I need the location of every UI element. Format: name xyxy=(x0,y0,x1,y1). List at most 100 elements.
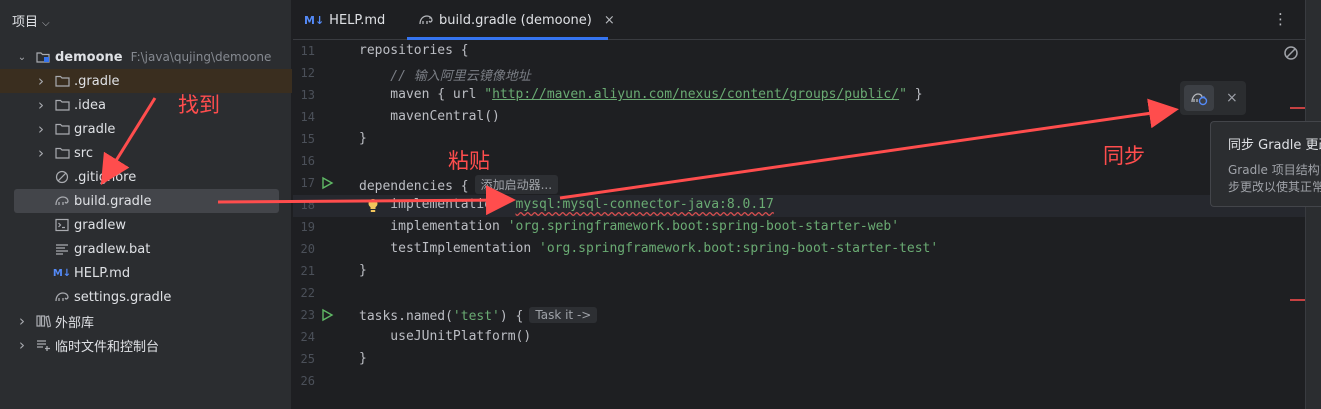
close-icon[interactable]: × xyxy=(604,13,615,28)
code-line[interactable]: 26 xyxy=(293,371,1305,393)
code-text: useJUnitPlatform() xyxy=(359,329,532,344)
code-line[interactable]: 21} xyxy=(293,261,1305,283)
run-gutter-icon[interactable] xyxy=(320,176,334,190)
tree-item-label: .idea xyxy=(74,97,106,113)
line-number: 14 xyxy=(300,110,315,124)
active-tab-indicator xyxy=(407,37,608,40)
tab-label: HELP.md xyxy=(329,12,386,28)
chevron-right-icon[interactable]: › xyxy=(34,96,48,114)
tree-root-demoone[interactable]: ⌄ demoone F:\java\qujing\demoone xyxy=(0,45,292,69)
chevron-down-icon: ⌵ xyxy=(42,18,50,29)
tree-item[interactable]: › .gradle xyxy=(0,69,292,93)
gradle-sync-icon xyxy=(1191,93,1208,106)
tree-item[interactable]: › gradle xyxy=(0,117,292,141)
tree-item[interactable]: M↓ HELP.md xyxy=(0,261,292,285)
run-gutter-icon[interactable] xyxy=(320,308,334,322)
line-number: 23 xyxy=(300,308,315,322)
tree-item[interactable]: .gitignore xyxy=(0,165,292,189)
folder-icon xyxy=(54,97,70,113)
tree-item-label: .gradle xyxy=(74,73,120,89)
code-text: testImplementation 'org.springframework.… xyxy=(359,241,939,256)
code-line[interactable]: 22 xyxy=(293,283,1305,305)
chevron-right-icon[interactable]: › xyxy=(34,144,48,162)
module-folder-icon xyxy=(35,49,51,65)
tree-item-label: src xyxy=(74,145,93,161)
line-number: 24 xyxy=(300,330,315,344)
chevron-right-icon[interactable]: › xyxy=(34,72,48,90)
tree-item[interactable]: settings.gradle xyxy=(0,285,292,309)
tooltip-body-line-2: 步更改以使其正常 xyxy=(1228,180,1321,194)
tab-label: build.gradle (demoone) xyxy=(439,12,592,28)
code-text: mavenCentral() xyxy=(359,109,500,124)
code-line[interactable]: 14 mavenCentral() xyxy=(293,107,1305,129)
code-line[interactable]: 24 useJUnitPlatform() xyxy=(293,327,1305,349)
folder-icon xyxy=(54,145,70,161)
code-text: // 输入阿里云镜像地址 xyxy=(359,69,531,84)
no-entry-icon[interactable] xyxy=(1283,45,1299,61)
line-number: 19 xyxy=(300,220,315,234)
tree-item[interactable]: › 临时文件和控制台 xyxy=(0,333,292,357)
chevron-right-icon[interactable]: › xyxy=(15,336,29,354)
tree-item[interactable]: › src xyxy=(0,141,292,165)
project-panel-title: 项目 xyxy=(12,15,39,30)
annotation-sync: 同步 xyxy=(1103,144,1145,168)
tooltip-body-line-1: Gradle 项目结构已 xyxy=(1228,163,1321,177)
tab-build-gradle[interactable]: build.gradle (demoone) × xyxy=(418,0,615,40)
code-line[interactable]: 16 xyxy=(293,151,1305,173)
code-line[interactable]: 13 maven { url "http://maven.aliyun.com/… xyxy=(293,85,1305,107)
code-text: maven { url "http://maven.aliyun.com/nex… xyxy=(359,87,923,102)
line-number: 20 xyxy=(300,242,315,256)
close-icon[interactable]: × xyxy=(1226,90,1238,106)
code-line[interactable]: 25} xyxy=(293,349,1305,371)
tooltip-title: 同步 Gradle 更改 xyxy=(1228,138,1321,153)
code-line[interactable]: 15} xyxy=(293,129,1305,151)
markdown-icon: M↓ xyxy=(304,13,325,27)
markdown-icon: M↓ xyxy=(52,267,72,279)
code-text: } xyxy=(359,351,367,366)
more-vertical-icon[interactable]: ⋮ xyxy=(1273,10,1288,28)
code-line[interactable]: 12 // 输入阿里云镜像地址 xyxy=(293,63,1305,85)
code-editor[interactable]: 11 repositories {12 // 输入阿里云镜像地址 13 maven … xyxy=(293,41,1305,409)
inlay-hint[interactable]: Task it -> xyxy=(529,307,598,323)
tree-item[interactable]: › 外部库 xyxy=(0,309,292,333)
chevron-right-icon[interactable]: › xyxy=(34,120,48,138)
scratch-icon xyxy=(35,337,51,353)
tab-help-md[interactable]: M↓ HELP.md xyxy=(304,0,385,40)
code-line[interactable]: 17 dependencies {添加启动器... xyxy=(293,173,1305,195)
chevron-right-icon[interactable]: › xyxy=(15,312,29,330)
code-text: dependencies {添加启动器... xyxy=(359,175,559,194)
code-line[interactable]: 23 tasks.named('test') {Task it -> xyxy=(293,305,1305,327)
line-number: 11 xyxy=(300,44,315,58)
annotation-paste: 粘贴 xyxy=(448,149,490,173)
chevron-down-icon[interactable]: ⌄ xyxy=(15,52,29,63)
line-number: 22 xyxy=(300,286,315,300)
folder-icon xyxy=(54,73,70,89)
tree-item-label: 临时文件和控制台 xyxy=(55,339,160,355)
tree-item[interactable]: gradlew xyxy=(0,213,292,237)
code-text: } xyxy=(359,131,367,146)
code-line[interactable]: 19 implementation 'org.springframework.b… xyxy=(293,217,1305,239)
tree-item[interactable]: › .idea xyxy=(0,93,292,117)
batch-file-icon xyxy=(54,241,70,257)
tree-item-label: .gitignore xyxy=(74,169,137,185)
line-number: 15 xyxy=(300,132,315,146)
gradle-sync-button[interactable] xyxy=(1184,85,1214,111)
line-number: 12 xyxy=(300,66,315,80)
tree-item[interactable]: build.gradle xyxy=(14,189,279,213)
line-number: 25 xyxy=(300,352,315,366)
tree-item-label: gradlew xyxy=(74,217,127,233)
code-line[interactable]: 18 implementation 'mysql:mysql-connector… xyxy=(293,195,1305,217)
root-name: demoone xyxy=(55,49,123,65)
tree-item[interactable]: gradlew.bat xyxy=(0,237,292,261)
gradle-elephant-icon xyxy=(418,13,434,27)
line-number: 17 xyxy=(300,176,315,190)
code-line[interactable]: 20 testImplementation 'org.springframewo… xyxy=(293,239,1305,261)
code-line[interactable]: 11 repositories { xyxy=(293,41,1305,63)
project-view-selector[interactable]: 项目 ⌵ xyxy=(12,11,50,30)
line-number: 13 xyxy=(300,88,315,102)
tree-item-label: gradle xyxy=(74,121,116,137)
inlay-hint[interactable]: 添加启动器... xyxy=(474,175,559,194)
root-path: F:\java\qujing\demoone xyxy=(130,50,272,64)
tree-item-label: settings.gradle xyxy=(74,289,172,305)
annotation-find: 找到 xyxy=(178,93,220,117)
